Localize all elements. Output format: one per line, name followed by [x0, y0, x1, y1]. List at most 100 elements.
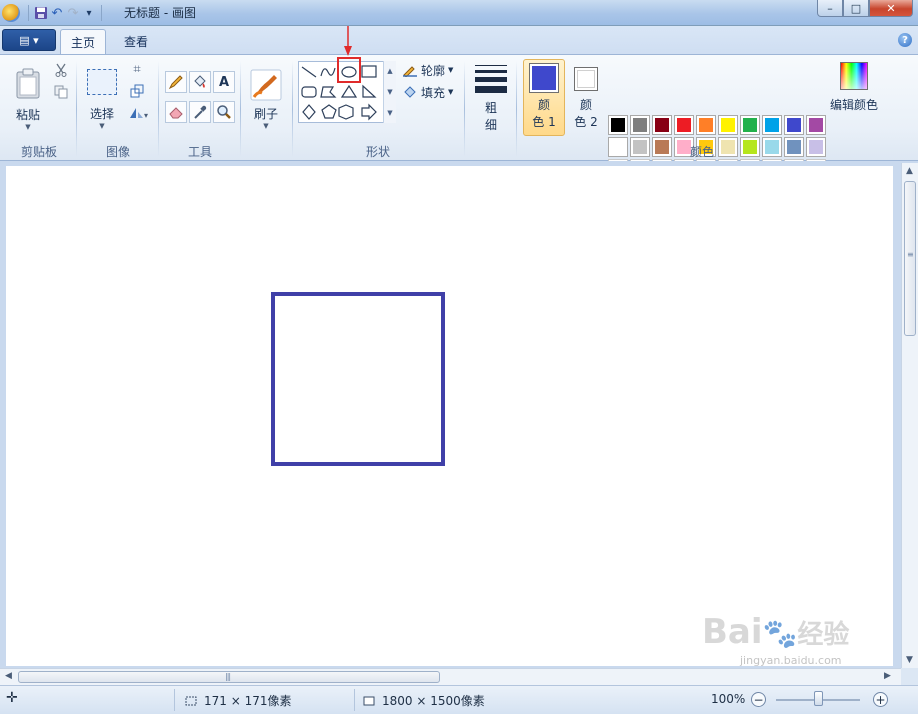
help-icon[interactable]: ? — [898, 33, 912, 47]
shapes-gallery-scroll[interactable]: ▲ ▼ ▼ — [383, 61, 396, 123]
brushes-label: 刷子 — [253, 106, 278, 121]
vertical-scroll-thumb[interactable]: ≡ — [904, 181, 916, 336]
triangle-shape-icon — [340, 84, 358, 98]
palette-swatch[interactable] — [806, 115, 826, 135]
tab-view[interactable]: 查看 — [112, 29, 160, 54]
ribbon-tab-row: ▤ ▾ 主页 查看 ? — [0, 26, 918, 54]
fill-button[interactable]: 填充 ▼ — [402, 83, 453, 101]
title-bar: ↶ ↷ ▾ 无标题 - 画图 – □ ✕ — [0, 0, 918, 26]
brush-icon — [250, 69, 282, 100]
divider — [174, 689, 175, 711]
undo-icon[interactable]: ↶ — [49, 5, 65, 21]
drawing-canvas[interactable] — [6, 166, 893, 666]
rectangle-shape-icon — [361, 65, 377, 78]
eraser-icon[interactable] — [165, 101, 187, 123]
color1-swatch — [532, 66, 556, 90]
annotation-highlight-oval — [337, 57, 361, 83]
size-line-icon — [475, 77, 507, 82]
clipboard-icon — [16, 68, 40, 98]
text-tool-icon[interactable]: A — [213, 71, 235, 93]
palette-swatch-color — [633, 118, 647, 132]
watermark-text2: 经验 — [797, 620, 850, 650]
diamond-shape-icon — [302, 104, 316, 120]
fill-bucket-icon[interactable] — [189, 71, 211, 93]
maximize-button[interactable]: □ — [843, 0, 869, 17]
color1-label-bottom: 色 1 — [532, 115, 556, 129]
rotate-icon[interactable]: ▾ — [126, 104, 152, 122]
zoom-in-button[interactable]: + — [873, 692, 888, 707]
zoom-slider-thumb[interactable] — [814, 691, 823, 706]
scroll-right-icon[interactable]: ▶ — [884, 671, 891, 681]
pencil-icon[interactable] — [165, 71, 187, 93]
customize-toolbar-icon[interactable]: ▾ — [81, 5, 97, 21]
drawn-square-shape[interactable] — [271, 292, 445, 466]
chevron-down-icon: ▼ — [448, 66, 454, 74]
size-button[interactable]: 粗 细 — [470, 59, 512, 139]
select-button[interactable]: 选择 ▼ — [84, 61, 120, 137]
divider — [101, 5, 102, 21]
copy-icon[interactable] — [52, 83, 70, 101]
scroll-up-icon[interactable]: ▲ — [906, 166, 913, 176]
edit-colors-button[interactable]: 编辑颜色 — [828, 61, 880, 113]
zoom-out-button[interactable]: − — [751, 692, 766, 707]
edit-colors-label: 编辑颜色 — [829, 97, 878, 112]
group-divider — [464, 61, 465, 157]
palette-swatch[interactable] — [784, 115, 804, 135]
color1-button[interactable] — [529, 63, 559, 93]
minimize-button[interactable]: – — [817, 0, 843, 17]
zoom-level: 100% — [711, 692, 746, 706]
grip-icon: ≡ — [907, 250, 914, 259]
canvas-workspace — [0, 161, 918, 668]
outline-button[interactable]: 轮廓 ▼ — [402, 61, 453, 79]
palette-swatch[interactable] — [762, 115, 782, 135]
vertical-scrollbar[interactable]: ▲ ≡ ▼ — [901, 163, 918, 668]
horizontal-scroll-thumb[interactable]: ||| — [18, 671, 440, 683]
chevron-down-icon: ▼ — [99, 121, 105, 130]
save-icon[interactable] — [33, 5, 49, 21]
hexagon-shape-icon — [338, 104, 354, 120]
tab-home[interactable]: 主页 — [60, 29, 106, 54]
fill-icon — [404, 86, 416, 98]
watermark-url: jingyan.baidu.com — [740, 654, 842, 667]
cut-icon[interactable] — [52, 61, 70, 79]
rounded-rectangle-icon — [301, 86, 317, 98]
color2-button[interactable] — [574, 67, 598, 91]
divider — [28, 5, 29, 21]
brushes-button[interactable]: 刷子 ▼ — [246, 59, 286, 139]
close-button[interactable]: ✕ — [869, 0, 913, 17]
color-picker-icon[interactable] — [189, 101, 211, 123]
size-label-top: 粗 — [484, 101, 497, 115]
chevron-down-icon: ▼ — [448, 88, 454, 96]
palette-swatch-color — [765, 118, 779, 132]
paint-menu-button[interactable]: ▤ ▾ — [2, 29, 56, 51]
magnifier-icon[interactable] — [213, 101, 235, 123]
palette-swatch[interactable] — [608, 115, 628, 135]
expand-gallery-icon[interactable]: ▼ — [387, 109, 392, 117]
selection-size-icon — [185, 696, 197, 705]
group-label-image: 图像 — [105, 145, 130, 159]
palette-swatch[interactable] — [806, 137, 826, 157]
svg-text:▾: ▾ — [144, 111, 148, 120]
scroll-left-icon[interactable]: ◀ — [5, 671, 12, 681]
scroll-down-icon[interactable]: ▼ — [906, 655, 913, 665]
palette-swatch[interactable] — [674, 115, 694, 135]
size-line-icon — [475, 70, 507, 73]
window-controls: – □ ✕ — [817, 0, 913, 17]
palette-swatch[interactable] — [652, 115, 672, 135]
crop-icon[interactable]: ⌗ — [128, 60, 146, 78]
resize-icon[interactable] — [128, 82, 146, 100]
scroll-up-icon[interactable]: ▲ — [387, 67, 392, 75]
paste-button[interactable]: 粘贴 ▼ — [8, 59, 48, 139]
horizontal-scrollbar[interactable]: ◀ ||| ▶ — [0, 668, 901, 685]
palette-swatch[interactable] — [718, 115, 738, 135]
size-label-bottom: 细 — [484, 118, 497, 132]
group-label-shapes: 形状 — [365, 145, 390, 159]
palette-swatch[interactable] — [740, 115, 760, 135]
scroll-down-icon[interactable]: ▼ — [387, 88, 392, 96]
palette-swatch[interactable] — [630, 115, 650, 135]
size-line-icon — [475, 86, 507, 93]
paint-app-icon[interactable] — [2, 4, 20, 22]
watermark-text: Bai — [702, 612, 763, 652]
palette-swatch[interactable] — [696, 115, 716, 135]
redo-icon[interactable]: ↷ — [65, 5, 81, 21]
